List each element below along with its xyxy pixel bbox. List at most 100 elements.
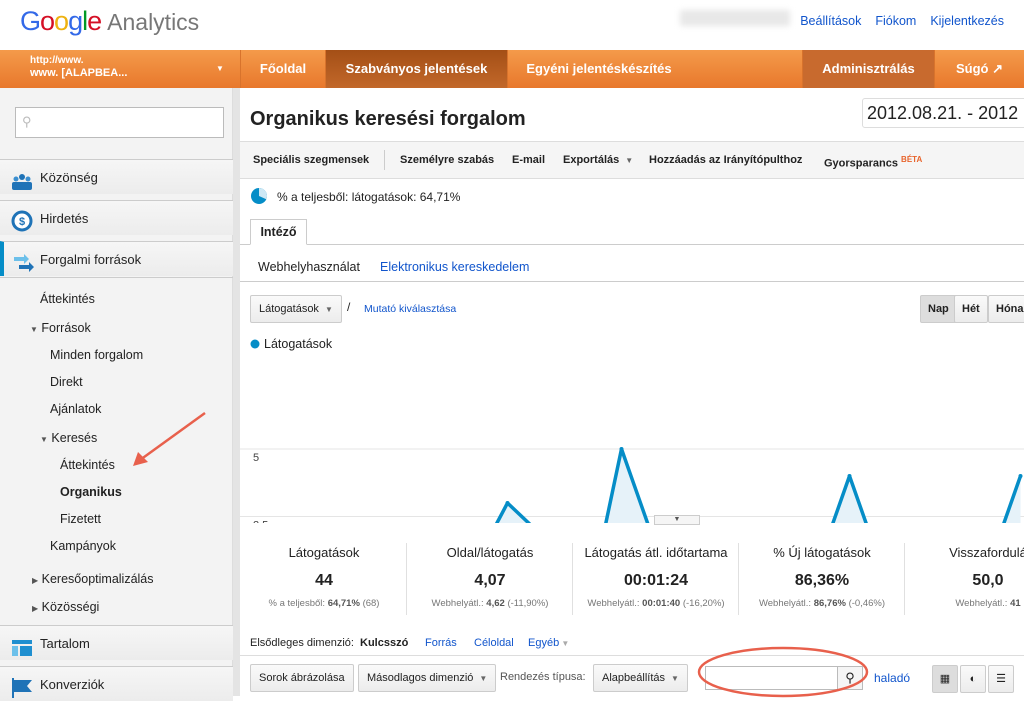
nav-help[interactable]: Súgó ↗	[934, 50, 1024, 88]
data-point[interactable]	[619, 447, 624, 451]
tab-explorer[interactable]: Intéző	[250, 219, 307, 245]
logout-link[interactable]: Kijelentkezés	[930, 14, 1004, 28]
sidebar-item-traffic-sources[interactable]: Forgalmi források	[0, 241, 233, 276]
date-range-picker[interactable]: 2012.08.21. - 2012	[862, 98, 1024, 128]
main-content: Organikus keresési forgalom 2012.08.21. …	[240, 88, 1024, 698]
y-tick-label: 5	[253, 452, 259, 464]
granularity-day[interactable]: Nap	[920, 295, 957, 323]
nav-home[interactable]: Főoldal	[240, 50, 325, 88]
chart-collapse-handle[interactable]: ▼	[654, 515, 700, 525]
secondary-dimension-select[interactable]: Másodlagos dimenzió ▼	[358, 664, 497, 692]
export-button[interactable]: Exportálás ▼	[563, 142, 633, 179]
legend-label: Látogatások	[264, 337, 333, 351]
kpi-3[interactable]: % Új látogatások 86,36% Webhelyátl.: 86,76…	[740, 543, 905, 615]
metric-select[interactable]: Látogatások ▼	[250, 295, 342, 323]
chevron-down-icon: ▼	[324, 305, 333, 314]
customize-button[interactable]: Személyre szabás	[400, 142, 494, 178]
search-icon: ⚲	[22, 114, 32, 129]
kpi-1[interactable]: Oldal/látogatás 4,07 Webhelyátl.: 4,62 (-1…	[408, 543, 573, 615]
dimension-landing-page[interactable]: Céloldal	[474, 637, 514, 649]
sidebar-referrals[interactable]: Ajánlatok	[50, 402, 101, 416]
sidebar: ⚲ Közönség $ Hirdetés Forgalmi források Á…	[0, 88, 233, 701]
user-email-blurred	[680, 10, 790, 26]
kpi-sub: Webhelyátl.: 4,62 (-11,90%)	[431, 598, 549, 609]
table-view-icon[interactable]: ▦	[932, 665, 958, 693]
kpi-0[interactable]: Látogatások 44 % a teljesből: 64,71% (68)	[242, 543, 407, 615]
sidebar-organic[interactable]: Organikus	[60, 485, 122, 499]
report-toolbar: Speciális szegmensek Személyre szabás E-…	[240, 141, 1024, 179]
data-point[interactable]	[847, 474, 852, 478]
sidebar-campaigns[interactable]: Kampányok	[50, 539, 116, 553]
dimension-source[interactable]: Forrás	[425, 637, 457, 649]
kpi-value: 00:01:24	[623, 572, 689, 589]
nav-standard-reports[interactable]: Szabványos jelentések	[325, 50, 507, 88]
dimension-keyword[interactable]: Kulcsszó	[360, 637, 408, 649]
annotation-ellipse	[697, 646, 869, 698]
granularity-month[interactable]: Hóna	[988, 295, 1024, 323]
choose-metric-link[interactable]: Mutató kiválasztása	[364, 303, 456, 315]
account-selector[interactable]: http://www. www. [ALAPBEA... ▼	[0, 50, 240, 88]
sidebar-seo[interactable]: ▶ Keresőoptimalizálás	[32, 572, 154, 586]
kpi-2[interactable]: Látogatás átl. időtartama 00:01:24 Webhely…	[574, 543, 739, 615]
traffic-arrows-icon	[12, 251, 34, 272]
nav-admin[interactable]: Adminisztrálás	[802, 50, 934, 88]
legend-marker	[250, 339, 260, 349]
kpi-sub: % a teljesből: 64,71% (68)	[268, 598, 380, 609]
sort-type-select[interactable]: Alapbeállítás ▼	[593, 664, 688, 692]
kpi-label: Látogatások	[288, 545, 360, 560]
account-link[interactable]: Fiókom	[875, 14, 916, 28]
subtab-ecommerce[interactable]: Elektronikus kereskedelem	[380, 260, 529, 274]
sidebar-search-input[interactable]: ⚲	[15, 107, 224, 138]
sidebar-item-audience[interactable]: Közönség	[0, 159, 233, 194]
main-nav: http://www. www. [ALAPBEA... ▼ Főoldal Sz…	[0, 50, 1024, 88]
data-point[interactable]	[1018, 474, 1023, 478]
advanced-filter-link[interactable]: haladó	[874, 671, 910, 685]
sidebar-scrollbar[interactable]	[233, 88, 240, 696]
kpi-label: Látogatás átl. időtartama	[584, 545, 728, 560]
chevron-down-icon: ▼	[216, 64, 224, 73]
google-analytics-logo[interactable]: Google Analytics	[20, 6, 199, 37]
flag-icon	[11, 676, 33, 698]
data-point[interactable]	[505, 501, 510, 505]
kpi-value: 44	[315, 572, 333, 589]
caret-right-icon: ▶	[32, 576, 39, 585]
annotation-arrow	[133, 411, 206, 466]
pie-view-icon[interactable]: ◐	[960, 665, 986, 693]
caret-right-icon: ▶	[32, 604, 39, 613]
kpi-value: 86,36%	[794, 572, 850, 589]
pie-icon	[251, 187, 268, 204]
external-link-icon: ↗	[992, 61, 1004, 76]
caret-down-icon: ▼	[40, 435, 48, 444]
kpi-label: Visszafordulá	[949, 545, 1024, 560]
add-to-dashboard-button[interactable]: Hozzáadás az Irányítópulthoz	[649, 142, 802, 178]
sidebar-search[interactable]: ▼ Keresés	[40, 431, 97, 445]
sidebar-social[interactable]: ▶ Közösségi	[32, 600, 99, 614]
chevron-down-icon: ▼	[671, 674, 679, 683]
sidebar-all-traffic[interactable]: Minden forgalom	[50, 348, 143, 362]
kpi-4[interactable]: Visszafordulá 50,0 Webhelyátl.: 41	[906, 543, 1024, 615]
plot-rows-button[interactable]: Sorok ábrázolása	[250, 664, 354, 692]
advanced-segments-button[interactable]: Speciális szegmensek	[253, 142, 369, 178]
email-button[interactable]: E-mail	[512, 142, 545, 178]
kpi-label: % Új látogatások	[773, 545, 871, 560]
sidebar-paid[interactable]: Fizetett	[60, 512, 101, 526]
sidebar-search-overview[interactable]: Áttekintés	[60, 458, 115, 472]
dimension-other[interactable]: Egyéb ▼	[528, 637, 569, 649]
kpi-sub: Webhelyátl.: 86,76% (-0,46%)	[758, 598, 886, 609]
sidebar-direct[interactable]: Direkt	[50, 375, 83, 389]
nav-custom-reports[interactable]: Egyéni jelentéskészítés	[507, 50, 690, 88]
content-icon	[11, 635, 33, 656]
sidebar-overview[interactable]: Áttekintés	[40, 292, 95, 306]
shortcut-button[interactable]: Gyorsparancs BÉTA	[824, 142, 922, 182]
page-title: Organikus keresési forgalom	[250, 108, 526, 130]
primary-dimension-label: Elsődleges dimenzió:	[250, 637, 354, 649]
performance-view-icon[interactable]: ☰	[988, 665, 1014, 693]
chevron-down-icon: ▼	[625, 156, 634, 165]
dollar-icon: $	[11, 210, 33, 232]
subtab-site-usage[interactable]: Webhelyhasználat	[258, 260, 360, 274]
sidebar-sources[interactable]: ▼ Források	[30, 321, 91, 335]
granularity-week[interactable]: Hét	[954, 295, 988, 323]
sidebar-item-content[interactable]: Tartalom	[0, 625, 233, 660]
settings-link[interactable]: Beállítások	[800, 14, 861, 28]
sidebar-item-advertising[interactable]: $ Hirdetés	[0, 200, 233, 235]
